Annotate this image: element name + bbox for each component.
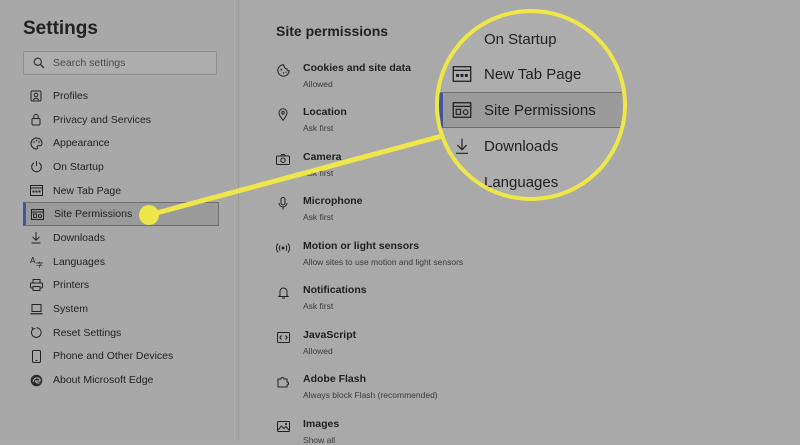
permission-status: Show all <box>303 435 336 445</box>
palette-icon <box>29 136 43 150</box>
power-icon <box>29 160 43 174</box>
download-icon <box>29 231 43 245</box>
bell-icon <box>276 285 290 299</box>
phone-icon <box>29 349 43 363</box>
sidebar-item-printers[interactable]: Printers <box>23 274 219 298</box>
permission-title: JavaScript <box>303 329 357 341</box>
sidebar-item-appearance[interactable]: Appearance <box>23 131 219 155</box>
sidebar-item-profiles[interactable]: Profiles <box>23 84 219 108</box>
sidebar-item-label: Printers <box>53 279 90 292</box>
reset-icon <box>29 326 43 340</box>
permission-status: Allowed <box>303 79 333 89</box>
sidebar-item-site-permissions[interactable]: Site Permissions <box>23 202 219 227</box>
printer-icon <box>29 278 43 292</box>
sidebar-item-about-edge[interactable]: About Microsoft Edge <box>23 368 219 392</box>
zoom-item-new-tab-page: New Tab Page <box>439 56 623 92</box>
sidebar-item-new-tab-page[interactable]: New Tab Page <box>23 179 219 203</box>
lock-icon <box>29 113 43 127</box>
permission-title: Camera <box>303 151 342 163</box>
permission-title: Notifications <box>303 284 367 296</box>
sidebar-item-privacy[interactable]: Privacy and Services <box>23 108 219 132</box>
zoom-item-languages: Languages <box>439 164 623 197</box>
microphone-icon <box>276 196 290 210</box>
search-icon <box>33 57 45 69</box>
page-title: Site permissions <box>276 23 389 39</box>
zoom-item-label: Downloads <box>484 137 559 155</box>
permission-status: Ask first <box>303 168 334 178</box>
permission-title: Cookies and site data <box>303 62 411 74</box>
profile-icon <box>29 89 43 103</box>
zoom-item-label: New Tab Page <box>484 65 582 83</box>
sidebar-item-label: Site Permissions <box>54 208 133 221</box>
settings-sidebar: Settings Profiles Privacy and Services A… <box>0 0 239 441</box>
permission-title: Motion or light sensors <box>303 240 420 252</box>
cookie-icon <box>276 63 290 77</box>
sensor-icon <box>276 241 290 255</box>
new-tab-icon <box>451 64 473 84</box>
zoom-item-label: On Startup <box>484 30 557 48</box>
location-pin-icon <box>276 107 290 121</box>
site-permissions-icon <box>30 207 44 221</box>
search-box[interactable] <box>23 51 217 75</box>
zoom-callout: On Startup New Tab Page Site Permissions… <box>439 13 623 197</box>
languages-icon: A字 <box>29 255 43 269</box>
sidebar-item-on-startup[interactable]: On Startup <box>23 155 219 179</box>
sidebar-item-label: Downloads <box>53 231 105 244</box>
permission-title: Adobe Flash <box>303 373 367 385</box>
zoom-item-label: Languages <box>484 173 559 191</box>
settings-nav: Profiles Privacy and Services Appearance… <box>23 84 219 392</box>
sidebar-item-label: Phone and Other Devices <box>53 350 174 363</box>
sidebar-item-label: Reset Settings <box>53 326 122 339</box>
sidebar-item-label: System <box>53 303 89 316</box>
svg-text:字: 字 <box>36 261 43 269</box>
edge-icon <box>29 373 43 387</box>
download-icon <box>451 136 473 156</box>
permission-status: Allow sites to use motion and light sens… <box>303 257 464 267</box>
image-icon <box>276 419 290 433</box>
sidebar-item-label: Privacy and Services <box>53 113 152 126</box>
new-tab-icon <box>29 184 43 198</box>
permission-status: Ask first <box>303 212 334 222</box>
permission-title: Microphone <box>303 195 363 207</box>
sidebar-item-phone-devices[interactable]: Phone and Other Devices <box>23 345 219 369</box>
sidebar-item-languages[interactable]: A字 Languages <box>23 250 219 274</box>
sidebar-item-label: New Tab Page <box>53 184 122 197</box>
camera-icon <box>276 152 290 166</box>
permission-status: Ask first <box>303 123 334 133</box>
sidebar-item-label: About Microsoft Edge <box>53 374 154 387</box>
zoom-item-site-permissions: Site Permissions <box>439 92 623 128</box>
permission-status: Ask first <box>303 301 334 311</box>
laptop-icon <box>29 302 43 316</box>
sidebar-item-label: On Startup <box>53 160 104 173</box>
site-permissions-icon <box>451 100 473 120</box>
sidebar-item-downloads[interactable]: Downloads <box>23 226 219 250</box>
sidebar-item-label: Profiles <box>53 89 89 102</box>
search-input[interactable] <box>53 57 203 69</box>
permission-title: Location <box>303 106 347 118</box>
puzzle-icon <box>276 374 290 388</box>
zoom-item-downloads: Downloads <box>439 128 623 164</box>
sidebar-item-reset-settings[interactable]: Reset Settings <box>23 321 219 345</box>
code-icon <box>276 330 290 344</box>
sidebar-item-label: Languages <box>53 255 105 268</box>
zoom-item-on-startup: On Startup <box>439 21 623 57</box>
zoom-item-label: Site Permissions <box>484 101 596 119</box>
sidebar-title: Settings <box>23 18 98 39</box>
sidebar-item-label: Appearance <box>53 137 110 150</box>
sidebar-item-system[interactable]: System <box>23 297 219 321</box>
permission-status: Allowed <box>303 346 333 356</box>
active-indicator <box>439 93 443 127</box>
permission-title: Images <box>303 418 340 430</box>
permission-status: Always block Flash (recommended) <box>303 390 438 400</box>
